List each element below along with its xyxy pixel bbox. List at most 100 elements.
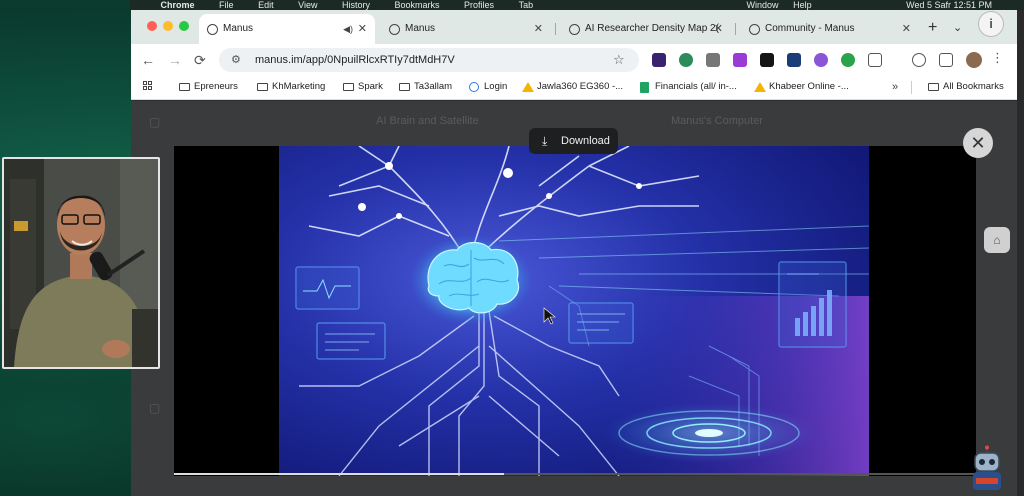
bookmark-label: KhMarketing <box>272 81 326 92</box>
tab-title: Manus <box>405 23 436 34</box>
tab-close-icon[interactable]: ✕ <box>902 14 911 44</box>
tab-title: Community - Manus <box>765 23 855 34</box>
progress-track <box>174 473 976 475</box>
window-minimize-button[interactable] <box>163 21 173 31</box>
speaker-icon[interactable]: ◀) <box>343 14 353 44</box>
extension-icon[interactable] <box>652 53 666 67</box>
apps-grid-icon[interactable] <box>143 81 155 93</box>
dim-sidebar-icon: ▢ <box>149 401 161 415</box>
menu-bookmarks[interactable]: Bookmarks <box>395 0 440 10</box>
reload-button[interactable]: ⟳ <box>194 50 206 70</box>
bookmark-jawla360[interactable]: Jawla360 EG360 -... <box>522 76 623 98</box>
menu-tab[interactable]: Tab <box>519 0 534 10</box>
close-viewer-button[interactable]: ✕ <box>963 128 993 158</box>
site-settings-icon[interactable]: ⚙ <box>231 48 241 72</box>
channel-robot-logo <box>963 445 1011 493</box>
bookmark-label: Financials (all/ in-... <box>655 81 737 92</box>
menu-history[interactable]: History <box>342 0 370 10</box>
bookmark-label: Khabeer Online -... <box>769 81 849 92</box>
extension-icon[interactable] <box>760 53 774 67</box>
bookmark-khmarketing[interactable]: KhMarketing <box>257 76 325 98</box>
menubar-clock[interactable]: Wed 5 Safr 12:51 PM <box>906 0 992 10</box>
dim-sidebar-icon: ▢ <box>149 115 161 129</box>
dim-page-header: AI Brain and Satellite <box>376 115 479 127</box>
back-button[interactable]: ← <box>141 50 155 70</box>
extension-icon[interactable] <box>841 53 855 67</box>
window-zoom-button[interactable] <box>179 21 189 31</box>
tab-close-icon[interactable]: ✕ <box>358 14 367 44</box>
side-action-icon[interactable]: ⌂ <box>984 227 1010 253</box>
bookmark-label: All Bookmarks <box>943 81 1004 92</box>
extension-icon[interactable] <box>787 53 801 67</box>
tab-separator <box>555 23 556 35</box>
extension-icon[interactable] <box>814 53 828 67</box>
menu-help[interactable]: Help <box>793 0 812 10</box>
bookmark-label: Login <box>484 81 508 92</box>
manus-favicon-icon <box>207 24 218 35</box>
tab-search-button[interactable]: ⌄ <box>953 14 962 42</box>
bookmarks-bar: Epreneurs KhMarketing Spark Ta3allam Log… <box>131 76 1017 100</box>
google-drive-icon <box>754 82 766 92</box>
bookmark-epreneurs[interactable]: Epreneurs <box>179 76 238 98</box>
tab-separator <box>735 23 736 35</box>
webcam-overlay <box>2 157 160 369</box>
tab-ai-researcher[interactable]: AI Researcher Density Map 2( ✕ <box>561 14 731 44</box>
globe-icon <box>469 82 479 92</box>
robot-icon <box>973 445 1001 490</box>
bookmark-spark[interactable]: Spark <box>343 76 383 98</box>
generated-image-ai-brain[interactable] <box>279 146 869 476</box>
tab-close-icon[interactable]: ✕ <box>714 14 723 44</box>
tab-community-manus[interactable]: Community - Manus ✕ <box>741 14 919 44</box>
camera-extension-icon[interactable] <box>706 53 720 67</box>
bookmark-label: Jawla360 EG360 -... <box>537 81 624 92</box>
document-favicon-icon <box>569 24 580 35</box>
mac-menubar: Chrome File Edit View History Bookmarks … <box>130 0 1024 10</box>
bookmark-financials[interactable]: Financials (all/ in-... <box>640 76 737 98</box>
menu-file[interactable]: File <box>219 0 234 10</box>
manus-favicon-icon <box>749 24 760 35</box>
download-icon: ⤓ <box>542 134 548 148</box>
address-bar[interactable]: ⚙ manus.im/app/0NpuilRlcxRTIy7dtMdH7V <box>219 48 639 72</box>
extensions-puzzle-icon[interactable] <box>868 53 882 67</box>
tab-strip: Manus ◀) ✕ Manus ✕ AI Researcher Density… <box>131 10 1017 44</box>
bookmark-khabeer[interactable]: Khabeer Online -... <box>754 76 849 98</box>
menu-edit[interactable]: Edit <box>258 0 274 10</box>
history-sync-icon[interactable] <box>912 53 926 67</box>
more-bookmarks-chevron-icon[interactable]: » <box>892 76 898 98</box>
extension-icon[interactable] <box>679 53 693 67</box>
menu-profiles[interactable]: Profiles <box>464 0 494 10</box>
folder-icon <box>928 83 939 91</box>
address-url: manus.im/app/0NpuilRlcxRTIy7dtMdH7V <box>255 54 455 66</box>
download-button[interactable]: ⤓ Download <box>529 128 618 154</box>
folder-icon <box>343 83 354 91</box>
info-icon[interactable]: i <box>978 11 1004 37</box>
folder-icon <box>179 83 190 91</box>
profile-avatar[interactable] <box>966 52 982 68</box>
side-panel-icon[interactable] <box>939 53 953 67</box>
forward-button[interactable]: → <box>168 50 182 70</box>
all-bookmarks-folder[interactable]: All Bookmarks <box>928 76 1004 98</box>
video-progress-bar[interactable] <box>174 466 976 476</box>
bookmark-label: Epreneurs <box>194 81 238 92</box>
tab-manus[interactable]: Manus ✕ <box>381 14 551 44</box>
tab-close-icon[interactable]: ✕ <box>534 14 543 44</box>
menubar-right: Window Help Wed 5 Safr 12:51 PM <box>747 0 1004 10</box>
new-tab-button[interactable]: + <box>928 14 937 42</box>
bookmarks-separator <box>911 81 912 94</box>
menu-view[interactable]: View <box>298 0 317 10</box>
browser-toolbar: ← → ⟳ ⚙ manus.im/app/0NpuilRlcxRTIy7dtMd… <box>131 44 1017 76</box>
browser-menu-icon[interactable]: ⋮ <box>991 50 1004 66</box>
tab-manus-active[interactable]: Manus ◀) ✕ <box>199 14 375 44</box>
folder-icon <box>399 83 410 91</box>
extension-icon[interactable] <box>733 53 747 67</box>
bookmark-login[interactable]: Login <box>469 76 507 98</box>
bookmark-star-icon[interactable]: ☆ <box>613 49 625 71</box>
sheets-icon <box>640 82 649 93</box>
menubar-app[interactable]: Chrome <box>161 0 195 10</box>
menu-window[interactable]: Window <box>747 0 779 10</box>
google-drive-icon <box>522 82 534 92</box>
bookmark-ta3allam[interactable]: Ta3allam <box>399 76 452 98</box>
folder-icon <box>257 83 268 91</box>
bookmark-label: Ta3allam <box>414 81 453 92</box>
window-close-button[interactable] <box>147 21 157 31</box>
